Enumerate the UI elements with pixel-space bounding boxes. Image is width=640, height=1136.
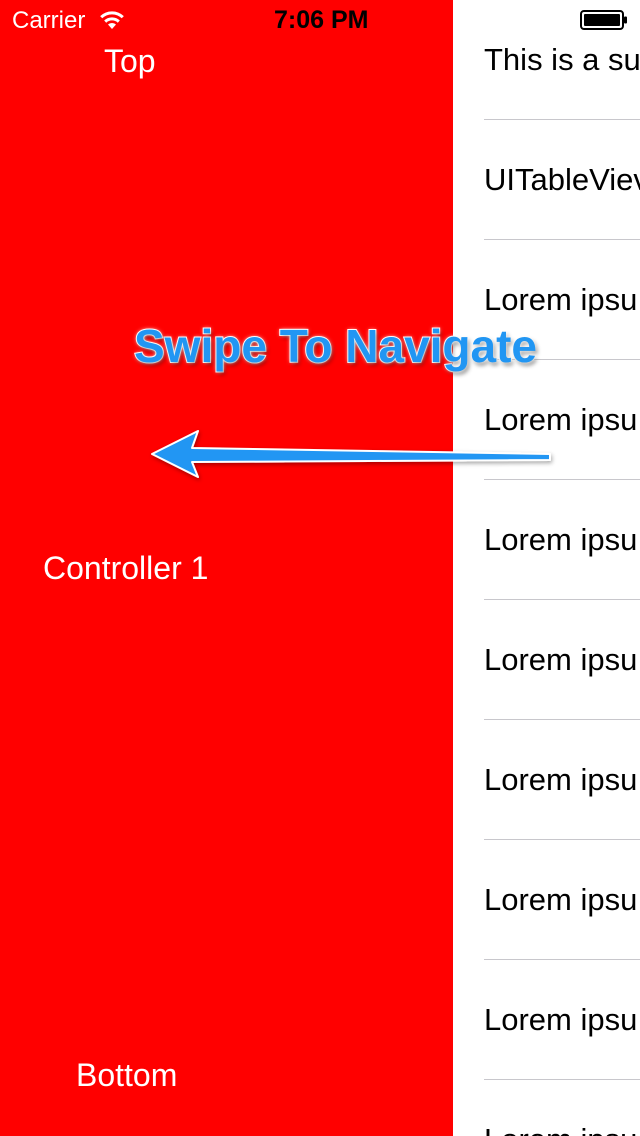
- wifi-icon: [100, 11, 124, 29]
- carrier-label: Carrier: [12, 7, 86, 34]
- app-screen: This is a su UITableViev Lorem ipsu Lore…: [0, 0, 640, 1136]
- table-view[interactable]: This is a su UITableViev Lorem ipsu Lore…: [453, 0, 640, 1136]
- controller-title: Controller 1: [43, 550, 209, 586]
- table-row-label: Lorem ipsu: [484, 1002, 638, 1037]
- table-row[interactable]: Lorem ipsu: [453, 720, 640, 840]
- table-row[interactable]: UITableViev: [453, 120, 640, 240]
- battery-icon: [580, 10, 627, 30]
- table-row[interactable]: Lorem ipsu: [453, 960, 640, 1080]
- table-row-label: Lorem ipsu: [484, 1122, 637, 1136]
- controller-panel[interactable]: Top Controller 1 Bottom: [0, 0, 453, 1136]
- table-row[interactable]: Lorem ipsu: [453, 1080, 640, 1136]
- table-row-label: UITableViev: [484, 162, 640, 197]
- table-row-label: Lorem ipsu: [484, 522, 638, 557]
- table-row[interactable]: Lorem ipsu: [453, 840, 640, 960]
- top-label: Top: [104, 43, 156, 79]
- table-row-label: Lorem ipsu: [484, 282, 638, 317]
- swipe-hint-title: Swipe To Navigate: [133, 319, 538, 373]
- left-arrow-icon: [151, 430, 551, 478]
- bottom-label: Bottom: [76, 1057, 178, 1093]
- status-time: 7:06 PM: [274, 6, 369, 34]
- table-row[interactable]: Lorem ipsu: [453, 600, 640, 720]
- table-row-label: Lorem ipsu: [484, 642, 638, 677]
- table-row-label: This is a su: [484, 42, 640, 77]
- table-row[interactable]: Lorem ipsu: [453, 480, 640, 600]
- table-row-label: Lorem ipsu: [484, 882, 638, 917]
- table-row-label: Lorem ipsu: [484, 762, 638, 797]
- status-bar: Carrier 7:06 PM: [0, 0, 640, 40]
